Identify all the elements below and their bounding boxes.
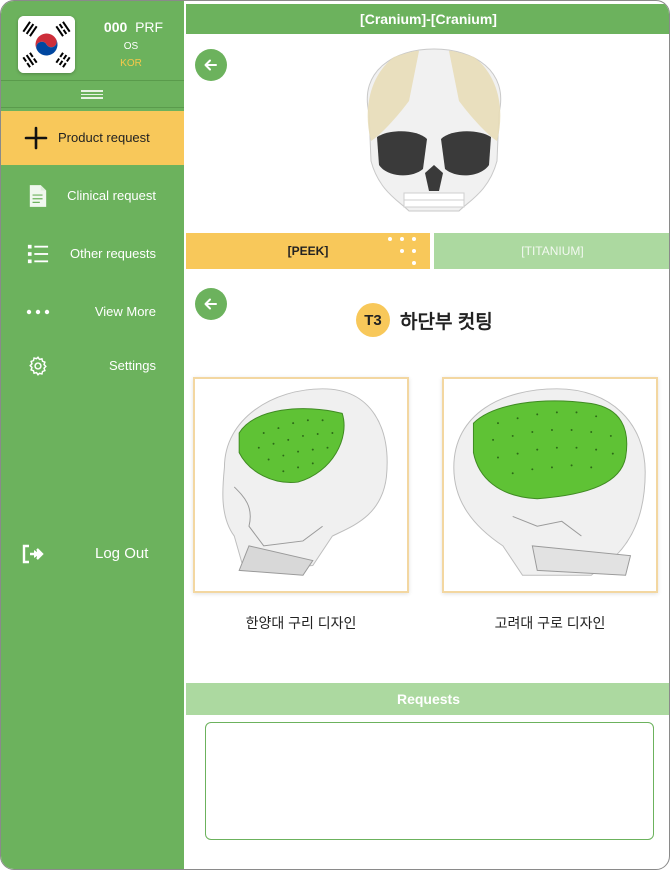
sidebar-item-label: Settings xyxy=(109,358,156,373)
step-badge: T3 xyxy=(356,303,390,337)
logout-button[interactable]: Log Out xyxy=(1,531,184,577)
step-title: 하단부 컷팅 xyxy=(400,311,493,333)
design-option-hanyang[interactable] xyxy=(193,377,409,593)
profile-country: KOR xyxy=(120,58,142,69)
tab-peek-label: [PEEK] xyxy=(287,244,329,258)
document-icon xyxy=(25,183,51,209)
back-button-top[interactable] xyxy=(195,49,227,81)
korea-flag-icon xyxy=(18,16,75,73)
design-option-korea-caption: 고려대 구로 디자인 xyxy=(494,615,606,631)
profile-card: 000 PRF OS KOR xyxy=(1,1,184,81)
sidebar-item-settings[interactable]: Settings xyxy=(1,339,184,393)
sidebar-item-label: Product request xyxy=(58,130,150,145)
logout-icon xyxy=(21,543,45,565)
sidebar-item-product-request[interactable]: Product request xyxy=(1,111,184,165)
sidebar-item-label: Clinical request xyxy=(67,188,156,203)
skull-implant-oblique-image xyxy=(453,388,646,576)
arrow-left-icon xyxy=(204,298,217,310)
plus-icon xyxy=(23,125,49,151)
sidebar-item-label: View More xyxy=(94,304,156,319)
profile-type: PRF xyxy=(135,19,164,35)
arrow-left-icon xyxy=(204,59,217,71)
requests-textarea[interactable] xyxy=(205,722,654,840)
list-icon xyxy=(25,241,51,267)
gear-icon xyxy=(25,353,51,379)
profile-code: 000 xyxy=(103,19,128,35)
tab-peek[interactable]: [PEEK] xyxy=(186,233,430,269)
sidebar-item-other-requests[interactable]: Other requests xyxy=(1,227,184,281)
tab-titanium-label: [TITANIUM] xyxy=(521,244,584,258)
design-option-hanyang-caption: 한양대 구리 디자인 xyxy=(245,615,357,631)
requests-header: Requests xyxy=(186,683,669,715)
skull-implant-side-image xyxy=(222,388,388,576)
tab-titanium[interactable]: [TITANIUM] xyxy=(434,233,669,269)
main-content: [Cranium]-[Cranium] [PEEK] [TITANIUM] T3… xyxy=(184,1,669,869)
back-button-step[interactable] xyxy=(195,288,227,320)
profile-role: OS xyxy=(123,41,139,52)
app-frame: 000 PRF OS KOR Product request Clinical … xyxy=(0,0,670,870)
more-dots-icon xyxy=(25,299,51,325)
page-title: [Cranium]-[Cranium] xyxy=(186,4,669,34)
sidebar-item-label: Other requests xyxy=(70,246,156,261)
menu-toggle-icon[interactable] xyxy=(81,90,103,100)
sidebar-item-view-more[interactable]: View More xyxy=(1,285,184,339)
logout-label: Log Out xyxy=(95,545,149,562)
sidebar-divider xyxy=(1,107,184,108)
dots-pattern-icon xyxy=(388,237,416,265)
sidebar-item-clinical-request[interactable]: Clinical request xyxy=(1,169,184,223)
sidebar: 000 PRF OS KOR Product request Clinical … xyxy=(1,1,184,869)
step-header: T3 하단부 컷팅 xyxy=(356,303,493,337)
design-option-korea[interactable] xyxy=(442,377,658,593)
skull-front-image xyxy=(349,41,519,223)
profile-name: 000 PRF xyxy=(91,19,176,35)
